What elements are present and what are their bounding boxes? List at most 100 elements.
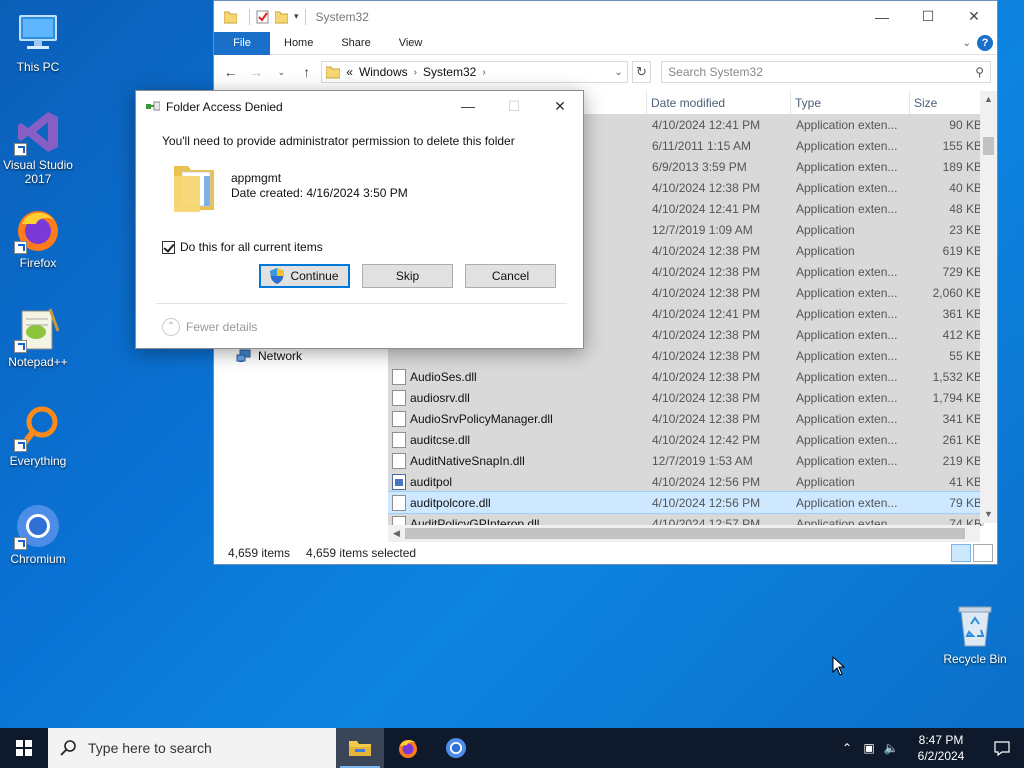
minimize-button[interactable]: —: [859, 1, 905, 32]
folder-access-denied-dialog[interactable]: Folder Access Denied — ☐ ✕ You'll need t…: [135, 90, 584, 349]
recent-locations-chevron-icon[interactable]: ⌄: [271, 61, 292, 83]
scroll-down-icon[interactable]: ▼: [980, 506, 997, 523]
checkbox-checked-icon[interactable]: [162, 240, 175, 254]
back-arrow-icon[interactable]: ←: [220, 61, 241, 83]
breadcrumb-windows[interactable]: Windows: [359, 65, 408, 79]
desktop-icon-everything[interactable]: Everything: [0, 404, 76, 468]
up-arrow-icon[interactable]: ↑: [296, 61, 317, 83]
firefox-icon: [399, 740, 417, 758]
file-name: auditpolcore.dll: [410, 495, 491, 510]
desktop-icon-recycle-bin[interactable]: Recycle Bin: [937, 602, 1013, 666]
desktop-icon-visual-studio[interactable]: Visual Studio 2017: [0, 108, 76, 186]
desktop-icon-notepadpp[interactable]: Notepad++: [0, 305, 76, 369]
file-name-cell[interactable]: auditpolcore.dll: [388, 494, 647, 511]
fewer-details-toggle[interactable]: ⌃ Fewer details: [162, 318, 257, 336]
show-hidden-icons-chevron-icon[interactable]: ⌃: [836, 741, 858, 755]
file-type: Application exten...: [796, 453, 898, 468]
refresh-icon[interactable]: ↻: [631, 61, 652, 83]
help-icon[interactable]: ?: [977, 35, 993, 51]
explorer-titlebar[interactable]: ▾ System32 — ☐ ✕: [214, 1, 997, 32]
cancel-button[interactable]: Cancel: [465, 264, 556, 288]
table-row[interactable]: auditcse.dll 4/10/2024 12:42 PM Applicatio…: [388, 429, 984, 450]
network-status-icon[interactable]: ▣: [858, 741, 880, 755]
minimize-button[interactable]: —: [445, 98, 491, 115]
volume-muted-icon[interactable]: 🔈: [880, 741, 902, 755]
do-for-all-checkbox[interactable]: Do this for all current items: [162, 240, 323, 254]
table-row[interactable]: auditpol 4/10/2024 12:56 PM Application 41 …: [388, 471, 984, 492]
search-input[interactable]: Search System32 ⚲: [661, 61, 991, 83]
file-size: 79 KB: [949, 495, 982, 510]
close-button[interactable]: ✕: [951, 1, 997, 32]
scroll-thumb[interactable]: [405, 528, 965, 539]
scroll-thumb[interactable]: [983, 137, 994, 155]
column-header-type[interactable]: Type: [791, 91, 910, 115]
taskbar-clock[interactable]: 8:47 PM 6/2/2024: [902, 732, 980, 764]
table-row[interactable]: auditpolcore.dll 4/10/2024 12:56 PM Applic…: [388, 491, 984, 514]
horizontal-scrollbar[interactable]: ◀: [388, 525, 980, 542]
expand-ribbon-icon[interactable]: ⌄: [963, 38, 971, 49]
file-type: Application: [796, 222, 855, 237]
table-row[interactable]: AudioSrvPolicyManager.dll 4/10/2024 12:38…: [388, 408, 984, 429]
desktop-icon-this-pc[interactable]: This PC: [0, 10, 76, 74]
address-field[interactable]: « Windows › System32 › ⌄: [321, 61, 628, 83]
file-name-cell[interactable]: audiosrv.dll: [388, 389, 647, 406]
chevron-down-icon[interactable]: ⌄: [614, 67, 622, 78]
file-name-cell[interactable]: AudioSes.dll: [388, 368, 647, 385]
uac-shield-icon: [270, 268, 285, 284]
file-name-cell[interactable]: auditpol: [388, 473, 647, 490]
column-header-date[interactable]: Date modified: [647, 91, 791, 115]
taskbar-app-file-explorer[interactable]: [336, 728, 384, 768]
visual-studio-icon: [14, 108, 62, 156]
file-name: auditcse.dll: [410, 432, 471, 447]
file-date: 6/9/2013 3:59 PM: [652, 159, 747, 174]
large-icons-view-icon[interactable]: [973, 544, 993, 562]
continue-button[interactable]: Continue: [259, 264, 350, 288]
file-type: Application exten...: [796, 369, 898, 384]
tab-share[interactable]: Share: [327, 32, 384, 55]
file-name-cell[interactable]: AuditNativeSnapIn.dll: [388, 452, 647, 469]
chevron-up-icon[interactable]: ⌃: [162, 318, 180, 336]
forward-arrow-icon[interactable]: →: [245, 61, 266, 83]
details-view-icon[interactable]: [951, 544, 971, 562]
desktop-icon-chromium[interactable]: Chromium: [0, 502, 76, 566]
tab-view[interactable]: View: [385, 32, 437, 55]
maximize-button[interactable]: ☐: [905, 1, 951, 32]
file-name-cell[interactable]: AudioSrvPolicyManager.dll: [388, 410, 647, 427]
table-row[interactable]: AudioSes.dll 4/10/2024 12:38 PM Applicatio…: [388, 366, 984, 387]
taskbar-app-firefox[interactable]: [384, 728, 432, 768]
scroll-up-icon[interactable]: ▲: [980, 91, 997, 108]
breadcrumb-prefix[interactable]: «: [346, 65, 353, 79]
file-name-cell[interactable]: auditcse.dll: [388, 431, 647, 448]
dialog-titlebar[interactable]: Folder Access Denied — ☐ ✕: [136, 91, 583, 122]
file-size: 412 KB: [942, 327, 982, 342]
file-type: Application exten...: [796, 390, 898, 405]
close-button[interactable]: ✕: [537, 98, 583, 115]
new-folder-icon[interactable]: [275, 10, 288, 24]
properties-icon[interactable]: [256, 10, 269, 24]
tab-home[interactable]: Home: [270, 32, 327, 55]
table-row[interactable]: AuditNativeSnapIn.dll 12/7/2019 1:53 AM Ap…: [388, 450, 984, 471]
chevron-right-icon[interactable]: ›: [482, 67, 485, 78]
file-type: Application exten...: [796, 138, 898, 153]
search-icon: [60, 740, 76, 756]
chevron-right-icon[interactable]: ›: [414, 67, 417, 78]
taskbar-search-box[interactable]: Type here to search: [48, 728, 336, 768]
start-button[interactable]: [0, 728, 48, 768]
shortcut-arrow-icon: [14, 439, 27, 452]
skip-button[interactable]: Skip: [362, 264, 453, 288]
action-center-button[interactable]: [980, 728, 1024, 768]
breadcrumb-system32[interactable]: System32: [423, 65, 476, 79]
vertical-scrollbar[interactable]: ▲ ▼: [980, 91, 997, 523]
tab-file[interactable]: File: [214, 31, 270, 55]
file-type: Application exten...: [796, 159, 898, 174]
nav-item-network[interactable]: Network: [236, 349, 302, 363]
file-date: 4/10/2024 12:41 PM: [652, 306, 761, 321]
scroll-left-icon[interactable]: ◀: [388, 525, 405, 542]
taskbar-app-chromium[interactable]: [432, 728, 480, 768]
file-date: 12/7/2019 1:53 AM: [652, 453, 753, 468]
desktop-icon-firefox[interactable]: Firefox: [0, 206, 76, 270]
continue-label: Continue: [290, 269, 339, 283]
column-header-size[interactable]: Size: [910, 91, 984, 115]
table-row[interactable]: audiosrv.dll 4/10/2024 12:38 PM Applicatio…: [388, 387, 984, 408]
quick-access-dropdown-icon[interactable]: ▾: [294, 11, 299, 22]
